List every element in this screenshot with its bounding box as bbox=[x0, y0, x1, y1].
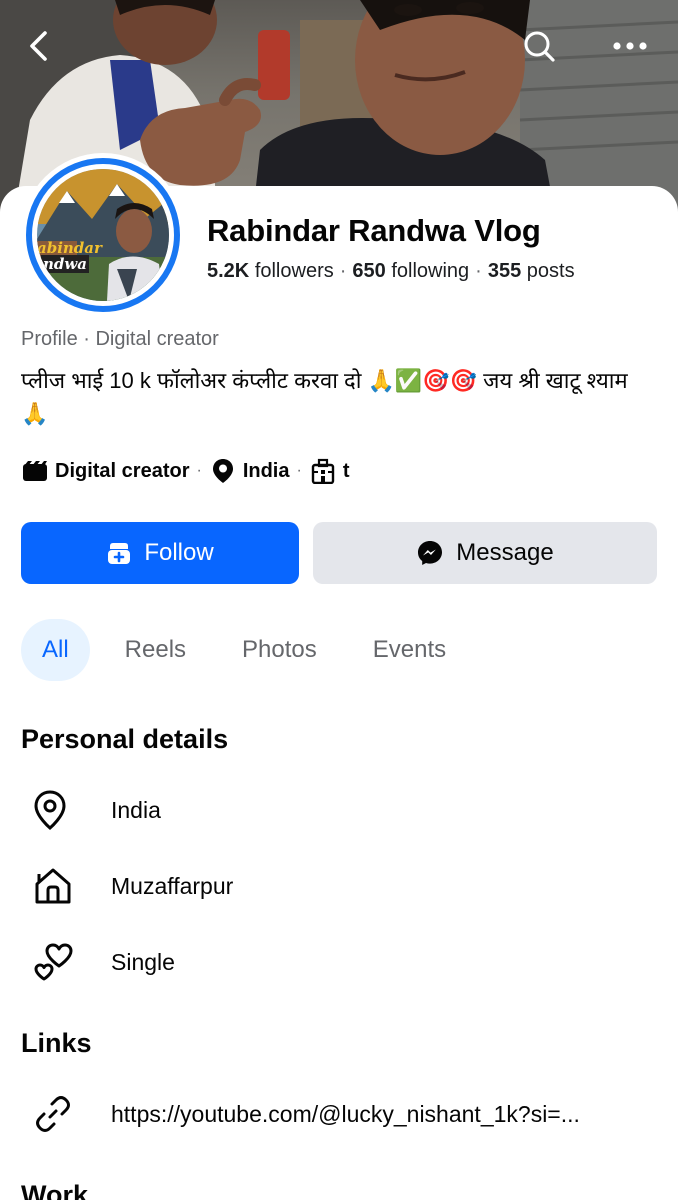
search-button[interactable] bbox=[511, 18, 567, 74]
add-friend-icon bbox=[106, 540, 132, 566]
avatar-story-ring: abindar ndwa bbox=[26, 158, 180, 312]
posts-count: 355 bbox=[487, 260, 522, 282]
chevron-left-icon bbox=[30, 31, 47, 61]
follow-button[interactable]: Follow bbox=[21, 522, 299, 584]
profile-meta-row: Digital creator · India · t bbox=[21, 457, 349, 485]
hearts-icon bbox=[21, 934, 89, 990]
profile-avatar[interactable]: abindar ndwa bbox=[21, 153, 185, 317]
followers-label[interactable]: followers bbox=[255, 260, 334, 282]
detail-location-text: India bbox=[111, 796, 161, 823]
link-url-text[interactable]: https://youtube.com/@lucky_nishant_1k?si… bbox=[111, 1101, 580, 1128]
more-options-button[interactable] bbox=[602, 18, 658, 74]
link-row-youtube[interactable]: https://youtube.com/@lucky_nishant_1k?si… bbox=[21, 1086, 661, 1142]
avatar-image: abindar ndwa bbox=[37, 169, 169, 301]
more-horizontal-icon bbox=[613, 42, 647, 50]
work-heading: Work bbox=[21, 1180, 89, 1200]
posts-label: posts bbox=[526, 260, 575, 282]
profile-tabs: All Reels Photos Events bbox=[21, 619, 481, 681]
avatar-overlay-text-2: ndwa bbox=[41, 255, 90, 273]
detail-row-location[interactable]: India bbox=[21, 782, 661, 838]
building-icon bbox=[309, 457, 337, 485]
profile-category: Profile · Digital creator bbox=[21, 328, 219, 350]
profile-name: Rabindar Randwa Vlog bbox=[207, 213, 541, 248]
following-label[interactable]: following bbox=[391, 260, 469, 282]
message-label: Message bbox=[456, 539, 554, 566]
personal-details-heading: Personal details bbox=[21, 724, 229, 754]
message-button[interactable]: Message bbox=[313, 522, 657, 584]
tab-events[interactable]: Events bbox=[352, 619, 467, 681]
tab-all[interactable]: All bbox=[21, 619, 90, 681]
detail-relationship-text: Single bbox=[111, 948, 175, 975]
detail-row-relationship[interactable]: Single bbox=[21, 934, 661, 990]
following-count[interactable]: 650 bbox=[352, 260, 385, 282]
location-pin-icon bbox=[21, 782, 89, 838]
back-button[interactable] bbox=[12, 18, 68, 74]
detail-row-hometown[interactable]: Muzaffarpur bbox=[21, 858, 661, 914]
home-icon bbox=[21, 858, 89, 914]
clapperboard-icon bbox=[21, 457, 49, 485]
search-icon bbox=[524, 31, 555, 62]
tab-reels[interactable]: Reels bbox=[104, 619, 207, 681]
location-pin-icon bbox=[209, 457, 237, 485]
tab-photos[interactable]: Photos bbox=[221, 619, 338, 681]
profile-bio: प्लीज भाई 10 k फॉलोअर कंप्लीट करवा दो 🙏✅… bbox=[21, 368, 628, 426]
meta-work: t bbox=[342, 459, 350, 482]
followers-count[interactable]: 5.2K bbox=[207, 260, 249, 282]
links-heading: Links bbox=[21, 1028, 92, 1058]
detail-hometown-text: Muzaffarpur bbox=[111, 872, 234, 899]
meta-location: India bbox=[242, 459, 290, 482]
follow-label: Follow bbox=[144, 539, 214, 566]
messenger-icon bbox=[416, 539, 444, 567]
avatar-picture bbox=[37, 169, 169, 301]
link-icon bbox=[21, 1086, 89, 1142]
meta-category: Digital creator bbox=[55, 459, 190, 482]
profile-stats: 5.2K followers · 650 following · 355 posts bbox=[207, 260, 575, 282]
